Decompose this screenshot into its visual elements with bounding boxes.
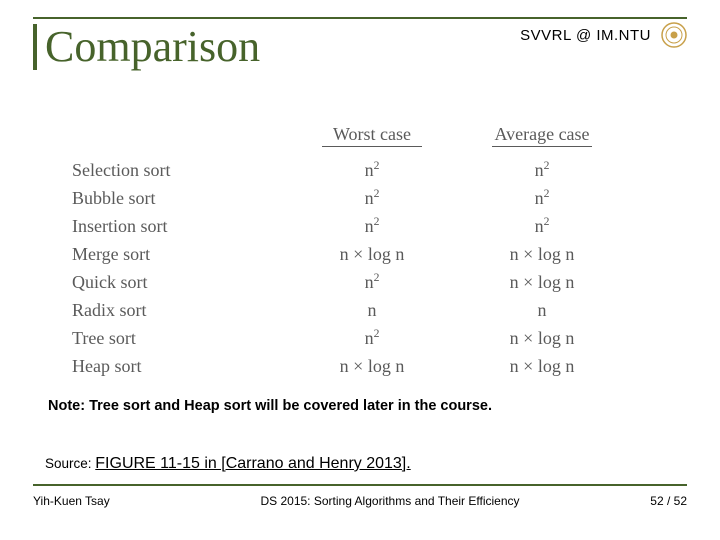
worst-cell: n2 bbox=[287, 271, 457, 293]
avg-cell: n bbox=[457, 299, 627, 321]
avg-cell: n2 bbox=[457, 215, 627, 237]
algo-name: Selection sort bbox=[72, 160, 287, 181]
note-text: Note: Tree sort and Heap sort will be co… bbox=[48, 398, 492, 414]
footer-course: DS 2015: Sorting Algorithms and Their Ef… bbox=[173, 494, 607, 508]
table-row: Quick sort n2 n × log n bbox=[72, 268, 632, 296]
algo-name: Merge sort bbox=[72, 244, 287, 265]
col-header-avg: Average case bbox=[457, 124, 627, 145]
top-rule bbox=[33, 17, 687, 19]
table-row: Heap sort n × log n n × log n bbox=[72, 352, 632, 380]
table-row: Radix sort n n bbox=[72, 296, 632, 324]
col-header-worst-label: Worst case bbox=[333, 124, 411, 144]
algo-name: Quick sort bbox=[72, 272, 287, 293]
avg-cell: n2 bbox=[457, 159, 627, 181]
bottom-rule bbox=[33, 484, 687, 486]
worst-cell: n2 bbox=[287, 187, 457, 209]
worst-cell: n bbox=[287, 299, 457, 321]
avg-cell: n × log n bbox=[457, 271, 627, 293]
avg-cell: n × log n bbox=[457, 327, 627, 349]
university-seal-icon bbox=[661, 22, 687, 48]
footer-author: Yih-Kuen Tsay bbox=[33, 494, 173, 508]
worst-cell: n × log n bbox=[287, 243, 457, 265]
source-line: Source: FIGURE 11-15 in [Carrano and Hen… bbox=[45, 455, 411, 473]
worst-cell: n2 bbox=[287, 159, 457, 181]
col-header-avg-label: Average case bbox=[494, 124, 589, 144]
algo-name: Tree sort bbox=[72, 328, 287, 349]
avg-cell: n2 bbox=[457, 187, 627, 209]
table-row: Insertion sort n2 n2 bbox=[72, 212, 632, 240]
affiliation: SVVRL @ IM.NTU bbox=[520, 27, 651, 44]
table-header-row: Worst case Average case bbox=[72, 120, 632, 148]
source-label: Source: bbox=[45, 456, 95, 471]
table-row: Selection sort n2 n2 bbox=[72, 156, 632, 184]
worst-cell: n2 bbox=[287, 327, 457, 349]
title-block: Comparison bbox=[33, 24, 260, 70]
avg-cell: n × log n bbox=[457, 243, 627, 265]
col-header-worst: Worst case bbox=[287, 124, 457, 145]
worst-cell: n × log n bbox=[287, 355, 457, 377]
slide-title: Comparison bbox=[45, 24, 260, 70]
source-citation: FIGURE 11-15 in [Carrano and Henry 2013]… bbox=[95, 455, 410, 472]
avg-cell: n × log n bbox=[457, 355, 627, 377]
algo-name: Heap sort bbox=[72, 356, 287, 377]
header-right: SVVRL @ IM.NTU bbox=[520, 22, 687, 48]
slide: SVVRL @ IM.NTU Comparison Worst case Ave… bbox=[0, 0, 720, 540]
table-row: Bubble sort n2 n2 bbox=[72, 184, 632, 212]
table-row: Tree sort n2 n × log n bbox=[72, 324, 632, 352]
algo-name: Bubble sort bbox=[72, 188, 287, 209]
worst-cell: n2 bbox=[287, 215, 457, 237]
algo-name: Radix sort bbox=[72, 300, 287, 321]
footer-page: 52 / 52 bbox=[607, 494, 687, 508]
algo-name: Insertion sort bbox=[72, 216, 287, 237]
table-row: Merge sort n × log n n × log n bbox=[72, 240, 632, 268]
footer: Yih-Kuen Tsay DS 2015: Sorting Algorithm… bbox=[33, 494, 687, 508]
complexity-table: Worst case Average case Selection sort n… bbox=[72, 120, 632, 380]
